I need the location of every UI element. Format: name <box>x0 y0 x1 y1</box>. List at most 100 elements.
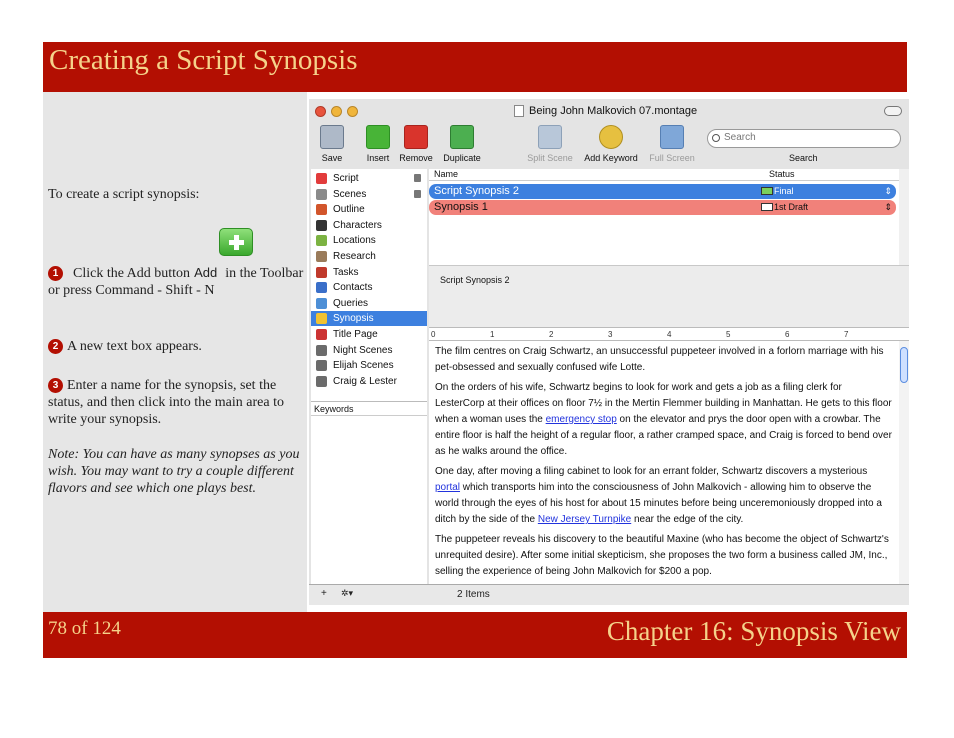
close-window-icon[interactable] <box>315 106 326 117</box>
binder-item-label: Outline <box>333 204 365 216</box>
paragraph: The puppeteer reveals his discovery to t… <box>435 534 889 577</box>
toolbar: Save Insert Remove Duplicate Split Scene… <box>309 123 909 169</box>
synopsis-title-area: Script Synopsis 2 <box>429 265 909 327</box>
name-column-header[interactable]: Name <box>434 169 458 179</box>
binder-item-icon <box>316 297 327 309</box>
add-item-button[interactable]: + <box>321 588 327 599</box>
remove-label: Remove <box>399 153 433 163</box>
split-scene-button[interactable]: Split Scene <box>525 125 575 163</box>
ruler-tick: 7 <box>844 330 849 339</box>
search-input[interactable]: Search <box>707 129 901 148</box>
minus-icon <box>404 125 428 149</box>
binder-item-label: Scenes <box>333 188 367 200</box>
binder-item-label: Tasks <box>333 266 359 278</box>
duplicate-icon <box>450 125 474 149</box>
binder-item-label: Characters <box>333 219 382 231</box>
step-2-text: A new text box appears. <box>67 339 202 354</box>
window-titlebar: Being John Malkovich 07.montage <box>309 99 909 123</box>
binder-item-scenes[interactable]: Scenes <box>311 187 427 202</box>
binder-item-icon <box>316 235 327 247</box>
step-number: 2 <box>48 339 63 354</box>
step-2: 2 A new text box appears. <box>48 338 304 355</box>
item-count: 2 Items <box>457 589 490 600</box>
binder-item-label: Research <box>333 251 376 262</box>
synopsis-list: Name Status Script Synopsis 2 Final ⇕ Synop… <box>429 169 899 265</box>
synopsis-row[interactable]: Synopsis 1 1st Draft ⇕ <box>429 200 896 215</box>
remove-button[interactable]: Remove <box>397 125 435 163</box>
binder-item-script[interactable]: Script <box>311 171 427 186</box>
binder-item-label: Script <box>333 173 359 184</box>
split-scene-icon <box>538 125 562 149</box>
list-scrollbar[interactable] <box>899 169 909 265</box>
binder-item-label: Contacts <box>333 282 373 294</box>
gear-icon[interactable]: ✲▾ <box>341 588 353 599</box>
binder-item-contacts[interactable]: Contacts <box>311 280 427 295</box>
binder-item-tasks[interactable]: Tasks <box>311 265 427 280</box>
status-dropdown-icon[interactable]: ⇕ <box>884 200 892 215</box>
binder-item-label: Synopsis <box>333 313 374 325</box>
binder-item-icon <box>316 188 327 200</box>
instructions-panel: To create a script synopsis: 1 Click the … <box>43 92 307 612</box>
portal-link[interactable]: portal <box>435 482 460 493</box>
add-keyword-button[interactable]: Add Keyword <box>581 125 641 163</box>
step-1-text-a: Click the Add button <box>73 266 191 281</box>
chapter-title: Chapter 16: Synopsis View <box>606 616 901 646</box>
binder-item-locations[interactable]: Locations <box>311 233 427 248</box>
binder-item-craig-lester[interactable]: Craig & Lester <box>311 374 427 389</box>
binder-item-icon <box>316 344 327 356</box>
binder-item-icon <box>316 313 327 325</box>
synopsis-name[interactable]: Synopsis 1 <box>434 201 488 213</box>
key-icon <box>599 125 623 149</box>
emergency-stop-link[interactable]: emergency stop <box>546 414 617 425</box>
binder-item-characters[interactable]: Characters <box>311 218 427 233</box>
minimize-window-icon[interactable] <box>331 106 342 117</box>
synopsis-row[interactable]: Script Synopsis 2 Final ⇕ <box>429 184 896 199</box>
synopsis-title[interactable]: Script Synopsis 2 <box>440 275 510 285</box>
text-run: One day, after moving a filing cabinet t… <box>435 466 868 477</box>
zoom-window-icon[interactable] <box>347 106 358 117</box>
status-value[interactable]: Final <box>774 184 794 199</box>
binder-item-icon <box>316 375 327 387</box>
split-scene-label: Split Scene <box>527 153 573 163</box>
binder-sidebar: Script Scenes Outline Characters Locations Re… <box>311 169 427 401</box>
intro-text: To create a script synopsis: <box>48 187 200 202</box>
save-label: Save <box>321 153 343 163</box>
editor-scrollbar[interactable] <box>899 341 909 584</box>
text-run: near the edge of the city. <box>631 514 744 525</box>
status-value[interactable]: 1st Draft <box>774 200 808 215</box>
binder-item-synopsis[interactable]: Synopsis <box>311 311 427 327</box>
ruler-tick: 6 <box>785 330 790 339</box>
paragraph: One day, after moving a filing cabinet t… <box>435 464 893 528</box>
ruler-tick: 5 <box>726 330 731 339</box>
add-button-label: Add <box>194 265 218 280</box>
page-number: 78 of 124 <box>48 618 121 639</box>
synopsis-editor[interactable]: The film centres on Craig Schwartz, an u… <box>429 341 899 584</box>
status-color-swatch <box>761 187 773 195</box>
status-column-header[interactable]: Status <box>769 169 795 179</box>
binder-item-elijah-scenes[interactable]: Elijah Scenes <box>311 358 427 373</box>
binder-item-title-page[interactable]: Title Page <box>311 327 427 342</box>
status-dropdown-icon[interactable]: ⇕ <box>884 184 892 199</box>
binder-item-queries[interactable]: Queries <box>311 296 427 311</box>
binder-item-label: Elijah Scenes <box>333 360 394 372</box>
insert-label: Insert <box>366 153 390 163</box>
binder-item-outline[interactable]: Outline <box>311 202 427 217</box>
toolbar-toggle-icon[interactable] <box>884 106 902 116</box>
new-jersey-turnpike-link[interactable]: New Jersey Turnpike <box>538 514 631 525</box>
binder-item-icon <box>316 282 327 294</box>
status-color-swatch <box>761 203 773 211</box>
full-screen-button[interactable]: Full Screen <box>647 125 697 163</box>
duplicate-button[interactable]: Duplicate <box>439 125 485 163</box>
insert-button[interactable]: Insert <box>361 125 395 163</box>
binder-item-research[interactable]: Research <box>311 249 427 264</box>
binder-item-night-scenes[interactable]: Night Scenes <box>311 343 427 358</box>
synopsis-name[interactable]: Script Synopsis 2 <box>434 185 519 197</box>
scroll-thumb[interactable] <box>900 347 908 383</box>
save-button[interactable]: Save <box>317 125 347 163</box>
binder-item-label: Craig & Lester <box>333 375 397 387</box>
search-label: Search <box>789 153 818 163</box>
binder-item-icon <box>316 219 327 231</box>
full-screen-icon <box>660 125 684 149</box>
ruler-tick: 0 <box>431 330 436 339</box>
paragraph: On the orders of his wife, Schwartz begi… <box>435 380 893 460</box>
